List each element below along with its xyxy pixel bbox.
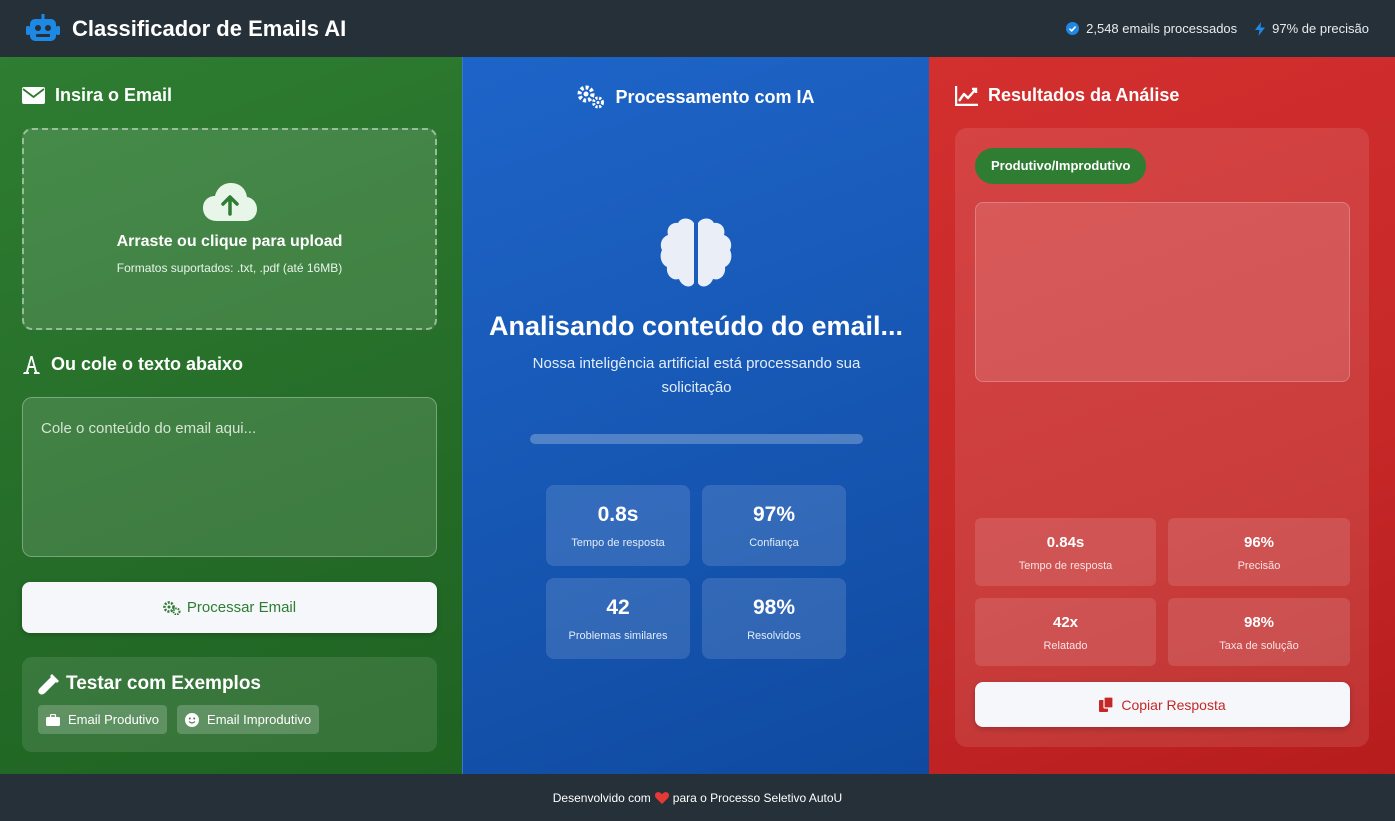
upload-dropzone[interactable]: Arraste ou clique para upload Formatos s… [22,128,437,330]
analyzing-subtitle: Nossa inteligência artificial está proce… [532,355,861,396]
examples-heading: Testar com Exemplos [38,673,421,695]
examples-buttons: Email Produtivo Email Improdutivo [38,705,421,734]
stat-card: 98% Taxa de solução [1168,598,1350,666]
gears-icon [577,85,605,109]
process-email-button-label: Processar Email [186,599,297,616]
processed-stat-label: 2,548 emails processados [1086,21,1238,36]
brain-icon [660,218,732,287]
input-heading: Insira o Email [22,85,440,106]
example-unproductive-button[interactable]: Email Improdutivo [177,705,320,734]
stat-value: 0.84s [1046,534,1085,551]
vial-icon [38,674,59,695]
font-icon [23,356,40,374]
stat-card: 98% Resolvidos [702,578,846,659]
stat-label: Tempo de resposta [1018,560,1113,572]
stat-label: Problemas similares [568,630,668,642]
precision-stat: 97% de precisão [1255,21,1369,36]
gears-icon [163,600,181,615]
processing-heading: Processamento com IA [463,85,929,109]
results-heading: Resultados da Análise [955,85,1369,106]
example-productive-button[interactable]: Email Produtivo [38,705,168,734]
copy-response-label: Copiar Resposta [1121,696,1226,713]
stat-label: Resolvidos [747,630,801,642]
cloud-upload-icon [202,183,257,221]
stat-card: 96% Precisão [1168,518,1350,586]
paste-heading-label: Ou cole o texto abaixo [51,354,244,374]
stat-value: 96% [1243,534,1275,551]
processing-panel: Processamento com IA Analisando conteúdo… [462,57,929,774]
processed-stat: 2,548 emails processados [1066,21,1237,36]
processing-heading-label: Processamento com IA [615,86,815,107]
examples-panel: Testar com Exemplos Email Produtivo Emai… [22,657,437,752]
robot-icon [26,13,60,41]
stat-card: 97% Confiança [702,485,846,566]
upload-formats: Formatos suportados: .txt, .pdf (até 16M… [116,261,343,275]
bolt-icon [1255,21,1266,36]
stat-value: 42 [606,596,630,619]
smile-icon [185,712,200,727]
stat-label: Taxa de solução [1219,640,1299,652]
processing-stats: 0.8s Tempo de resposta 97% Confiança 42 … [546,485,846,659]
app-header: Classificador de Emails AI 2,548 emails … [0,0,1395,57]
copy-icon [1099,697,1114,712]
result-card: Produtivo/Improdutivo 0.84s Tempo de res… [955,128,1369,747]
briefcase-icon [46,713,60,726]
stat-label: Tempo de resposta [571,537,665,549]
footer-text-before: Desenvolvido com [552,790,651,805]
stat-value: 97% [752,503,796,526]
classification-badge: Produtivo/Improdutivo [975,148,1147,184]
footer-text-after: para o Processo Seletivo AutoU [672,790,843,805]
stat-label: Precisão [1237,560,1281,572]
analyzing-title: Analisando conteúdo do email... [488,311,904,341]
stat-label: Confiança [749,537,799,549]
copy-response-button[interactable]: Copiar Resposta [975,682,1350,727]
stat-card: 0.84s Tempo de resposta [975,518,1156,586]
stat-value: 98% [752,596,796,619]
stat-value: 0.8s [597,503,639,526]
results-heading-label: Resultados da Análise [988,85,1180,105]
chart-line-icon [955,85,978,106]
process-email-button[interactable]: Processar Email [22,582,437,633]
results-panel: Resultados da Análise Produtivo/Improdut… [929,57,1395,774]
example-productive-label: Email Produtivo [68,712,160,727]
email-text-input[interactable] [22,397,437,557]
precision-stat-label: 97% de precisão [1272,21,1369,36]
header-stats: 2,548 emails processados 97% de precisão [1066,21,1369,36]
check-circle-icon [1066,22,1080,35]
response-box [975,202,1350,382]
stat-value: 98% [1243,614,1275,631]
stat-card: 42 Problemas similares [546,578,690,659]
stat-card: 42x Relatado [975,598,1156,666]
result-stats: 0.84s Tempo de resposta 96% Precisão 42x… [975,518,1350,666]
stat-label: Relatado [1043,640,1088,652]
stat-value: 42x [1052,614,1079,631]
envelope-icon [22,87,45,104]
example-unproductive-label: Email Improdutivo [207,712,312,727]
upload-title: Arraste ou clique para upload [116,233,343,250]
stat-card: 0.8s Tempo de resposta [546,485,690,566]
examples-heading-label: Testar com Exemplos [66,673,262,694]
app-title: Classificador de Emails AI [72,15,347,41]
input-panel: Insira o Email Arraste ou clique para up… [0,57,462,774]
input-heading-label: Insira o Email [55,85,173,105]
progress-bar [530,434,863,444]
paste-heading: Ou cole o texto abaixo [22,354,440,375]
app-footer: Desenvolvido com para o Processo Seletiv… [0,774,1395,821]
heart-icon [654,791,669,804]
